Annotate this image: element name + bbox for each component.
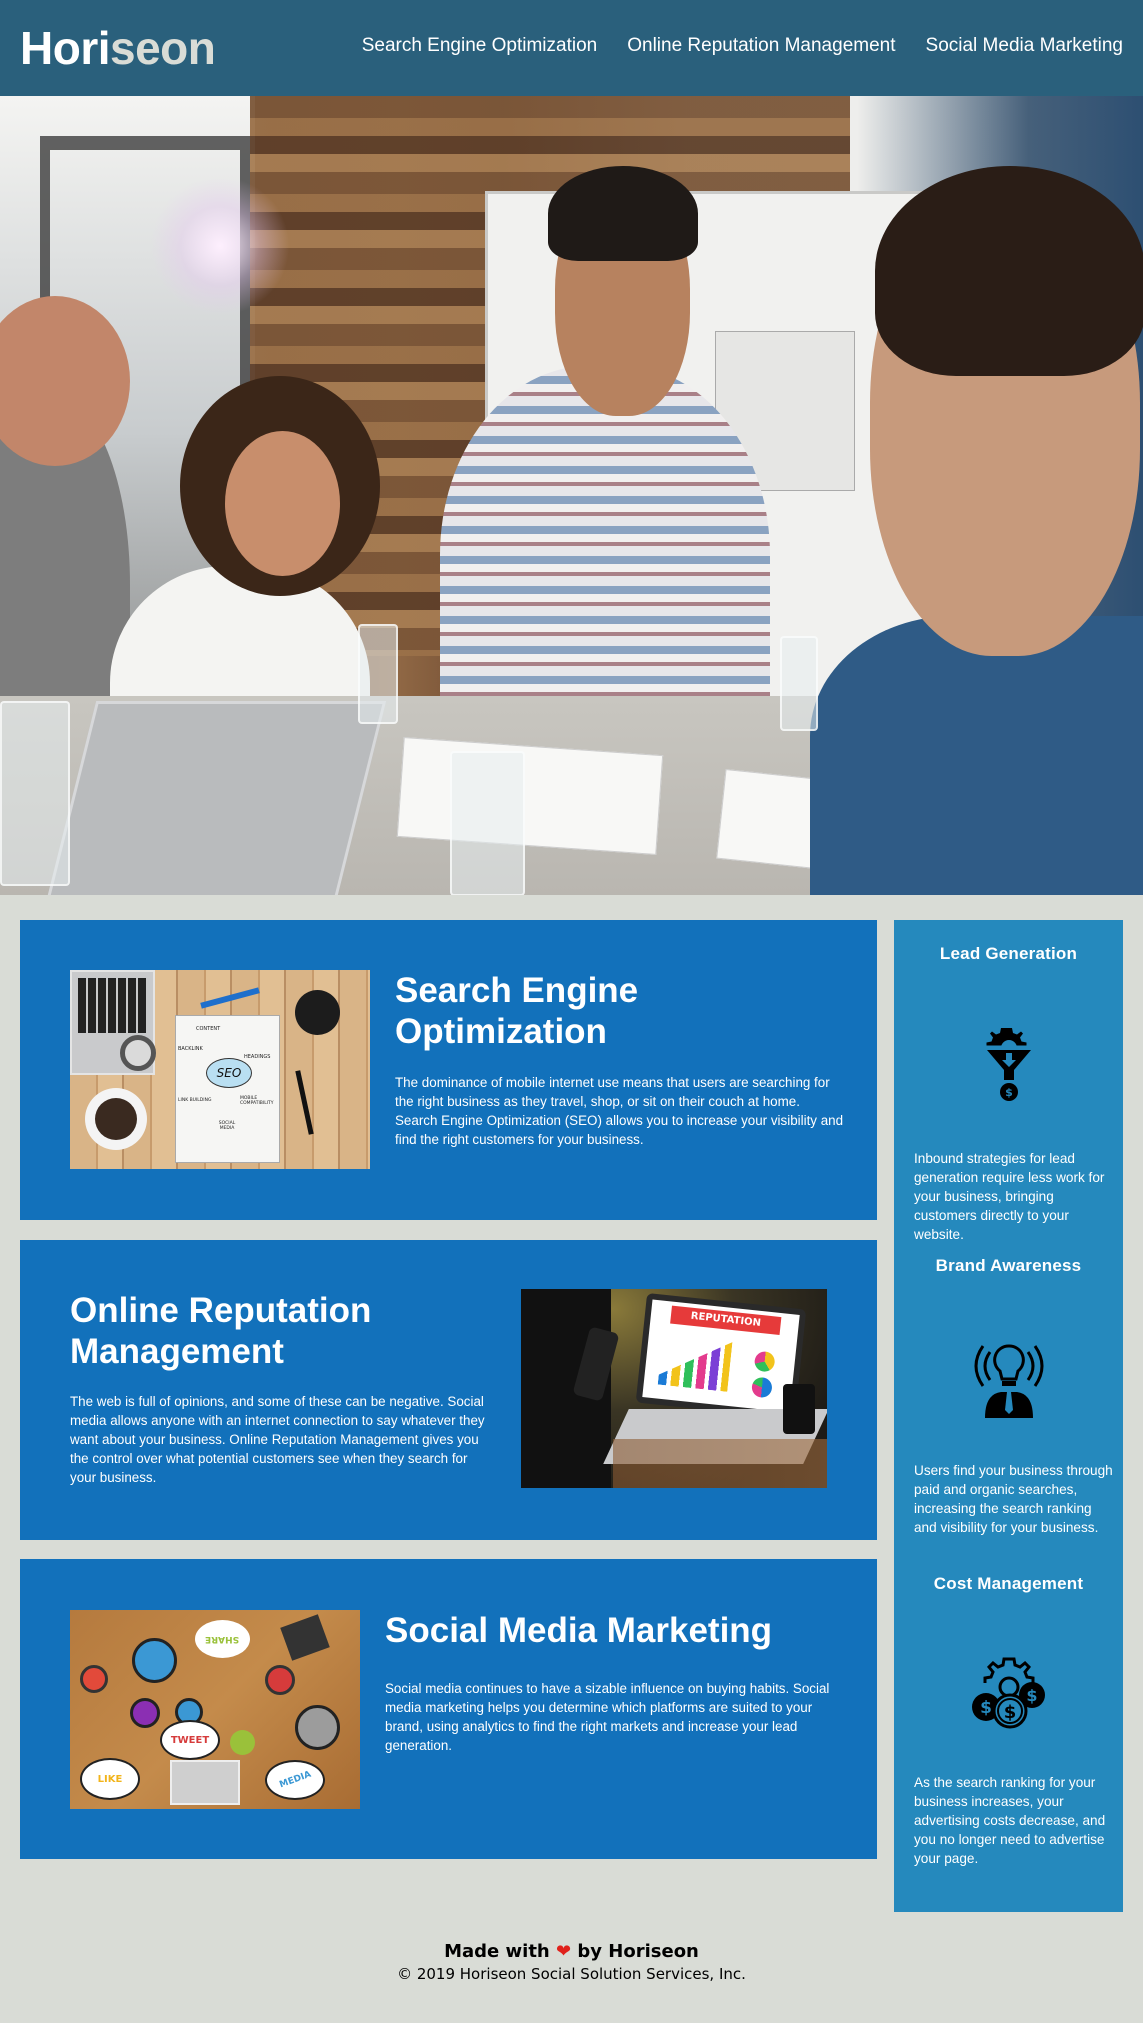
orm-heading: Online Reputation Management — [70, 1291, 372, 1371]
nav-link-seo[interactable]: Search Engine Optimization — [362, 30, 598, 62]
site-footer: Made with ❤ by Horiseon © 2019 Horiseon … — [0, 1940, 1143, 1984]
hero-paper — [396, 737, 664, 855]
hero-glass — [0, 701, 70, 886]
smm-tablet — [280, 1614, 330, 1661]
benefit-lead-icon-wrap: $ — [894, 1026, 1123, 1106]
hero-person-right-hair — [875, 166, 1143, 376]
bulb-bubble — [80, 1665, 108, 1693]
svg-text:$: $ — [1026, 1686, 1037, 1705]
benefit-brand-title: Brand Awareness — [935, 1256, 1082, 1275]
nav-link-social-media[interactable]: Social Media Marketing — [926, 30, 1123, 62]
smm-text: Social media continues to have a sizable… — [385, 1681, 830, 1753]
main-nav: Search Engine Optimization Online Reputa… — [362, 30, 1123, 62]
benefit-lead-generation: Lead Generation $ Inbound strategies for… — [894, 938, 1123, 1242]
site-header: Horiseon Search Engine Optimization Onli… — [0, 0, 1143, 96]
seo-label-center: SEO — [216, 1066, 242, 1080]
content-card-seo: CONTENT BACKLINK HEADINGS SEO LINK BUILD… — [20, 920, 877, 1220]
coffee-saucer — [85, 1088, 147, 1150]
svg-text:$: $ — [1003, 1702, 1016, 1723]
hero-image — [0, 96, 1143, 895]
benefit-cost-title: Cost Management — [933, 1574, 1084, 1593]
benefit-cost-management: Cost Management $ $ $ As the search rank… — [894, 1572, 1123, 1866]
like-bubble: LIKE — [80, 1758, 140, 1800]
hero-light-flare — [150, 176, 290, 316]
seo-image: CONTENT BACKLINK HEADINGS SEO LINK BUILD… — [70, 970, 370, 1169]
gear-coins-icon: $ $ $ — [971, 1657, 1045, 1729]
orm-cup — [783, 1384, 815, 1434]
share-label: SHARE — [205, 1634, 240, 1644]
phone-bubble — [265, 1665, 295, 1695]
seo-label-content: CONTENT — [196, 1026, 221, 1032]
footer-made-prefix: Made with — [444, 1941, 550, 1962]
orm-bar-chart — [658, 1335, 733, 1392]
smm-laptop — [170, 1760, 240, 1805]
hero-person-woman-face — [225, 431, 340, 576]
magnifier-icon — [120, 1035, 156, 1071]
orm-reputation-banner: REPUTATION — [670, 1305, 782, 1336]
seo-notebook: CONTENT BACKLINK HEADINGS SEO LINK BUILD… — [175, 1015, 280, 1163]
hero-glass — [358, 624, 398, 724]
orm-laptop-screen: REPUTATION — [635, 1292, 807, 1420]
benefit-lead-title: Lead Generation — [939, 944, 1078, 963]
coffee — [95, 1098, 137, 1140]
logo[interactable]: Horiseon — [20, 18, 216, 78]
seo-label-social: SOCIAL MEDIA — [218, 1121, 236, 1131]
seo-label-mobile: MOBILE COMPATIBILITY — [240, 1096, 274, 1106]
share-bubble: SHARE — [195, 1620, 250, 1658]
blue-marker — [200, 987, 260, 1009]
benefit-cost-text: As the search ranking for your business … — [914, 1775, 1106, 1866]
seo-cloud: SEO — [206, 1058, 252, 1088]
hero-laptop — [43, 701, 387, 895]
benefit-brand-icon-wrap — [894, 1338, 1123, 1418]
seo-text: The dominance of mobile internet use mea… — [395, 1075, 844, 1147]
benefit-brand-awareness: Brand Awareness Users find your business… — [894, 1254, 1123, 1535]
benefit-brand-text: Users find your business through paid an… — [914, 1463, 1113, 1535]
nav-link-online-reputation[interactable]: Online Reputation Management — [627, 30, 895, 62]
media-label: MEDIA — [277, 1769, 313, 1791]
hero-person-right-body — [810, 616, 1143, 895]
logo-part-1: Hori — [20, 22, 111, 74]
cloud-bubble — [132, 1638, 177, 1683]
black-pen — [295, 1070, 314, 1135]
like-label: LIKE — [97, 1773, 123, 1785]
doc-bubble — [130, 1698, 160, 1728]
seo-label-backlink: BACKLINK — [178, 1046, 203, 1052]
footer-made-with: Made with ❤ by Horiseon — [0, 1940, 1143, 1964]
orm-image: REPUTATION — [521, 1289, 827, 1488]
robot-bubble — [295, 1705, 340, 1750]
keyboard-keys — [78, 978, 147, 1033]
smm-heading: Social Media Marketing — [385, 1611, 773, 1650]
seo-heading: Search Engine Optimization — [395, 971, 639, 1051]
logo-part-2: seon — [110, 22, 216, 74]
content-card-social-media: SHARE TWEET LIKE MEDIA Social Media Mark… — [20, 1559, 877, 1859]
lead-funnel-icon: $ — [986, 1028, 1031, 1101]
pencil-cup — [295, 990, 340, 1035]
seo-label-link-building: LINK BUILDING — [178, 1098, 212, 1103]
hero-glass — [780, 636, 818, 731]
benefits-sidebar: Lead Generation $ Inbound strategies for… — [894, 920, 1123, 1912]
orm-pie-chart — [750, 1376, 773, 1399]
footer-made-suffix: by Horiseon — [577, 1941, 699, 1962]
footer-copyright: © 2019 Horiseon Social Solution Services… — [397, 1965, 746, 1983]
seo-label-headings: HEADINGS — [244, 1054, 271, 1060]
media-bubble: MEDIA — [265, 1760, 325, 1800]
orm-screen: REPUTATION — [642, 1299, 800, 1413]
orm-text: The web is full of opinions, and some of… — [70, 1394, 485, 1485]
orm-desk — [521, 1439, 827, 1488]
benefit-cost-icon-wrap: $ $ $ — [894, 1657, 1123, 1733]
refresh-bubble — [230, 1730, 255, 1755]
tweet-label: TWEET — [170, 1734, 210, 1746]
benefit-lead-text: Inbound strategies for lead generation r… — [914, 1151, 1105, 1242]
orm-pie-chart — [753, 1350, 776, 1373]
svg-text:$: $ — [980, 1698, 992, 1718]
lightbulb-person-icon — [974, 1344, 1043, 1418]
smm-image: SHARE TWEET LIKE MEDIA — [70, 1610, 360, 1809]
hero-glass — [450, 751, 525, 895]
heart-icon: ❤ — [556, 1941, 572, 1962]
tweet-bubble: TWEET — [160, 1720, 220, 1760]
svg-text:$: $ — [1005, 1086, 1013, 1099]
hero-person-standing-hair — [548, 166, 698, 261]
content-card-online-reputation: Online Reputation Management The web is … — [20, 1240, 877, 1540]
